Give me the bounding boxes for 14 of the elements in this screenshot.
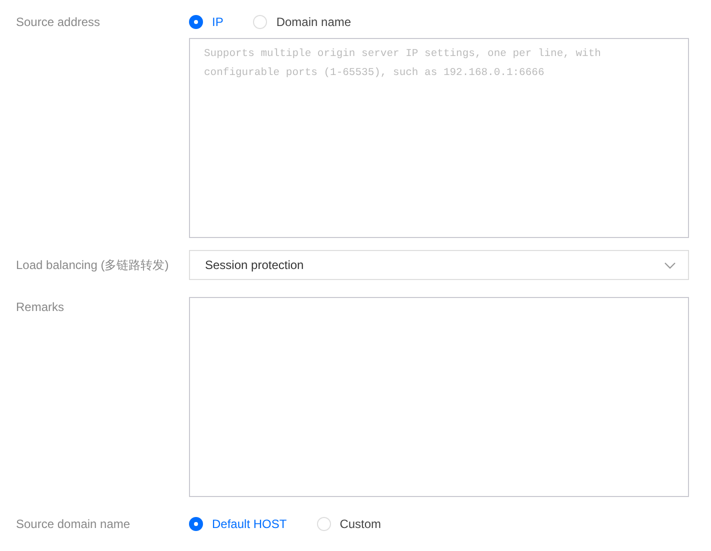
radio-label[interactable]: Custom <box>340 517 382 531</box>
field-label: Source address <box>16 14 102 31</box>
radio-label[interactable]: Default HOST <box>212 517 287 531</box>
radio-button[interactable] <box>189 517 203 531</box>
radio-button[interactable] <box>189 15 203 29</box>
field-label: Remarks <box>16 299 66 316</box>
field-label: Load balancing (多链路转发) <box>16 257 170 274</box>
dropdown[interactable]: Session protection <box>189 250 689 280</box>
chevron-down-icon <box>664 262 676 268</box>
text-area[interactable]: Supports multiple origin server IP settings, one per line, with configurable ports (1-65535), such as 192.168.0.1:6666 <box>189 38 689 238</box>
radio-label[interactable]: Domain name <box>276 15 352 29</box>
radio-label[interactable]: IP <box>212 15 224 29</box>
text-area[interactable] <box>189 297 689 497</box>
field-label: Source domain name <box>16 516 132 533</box>
